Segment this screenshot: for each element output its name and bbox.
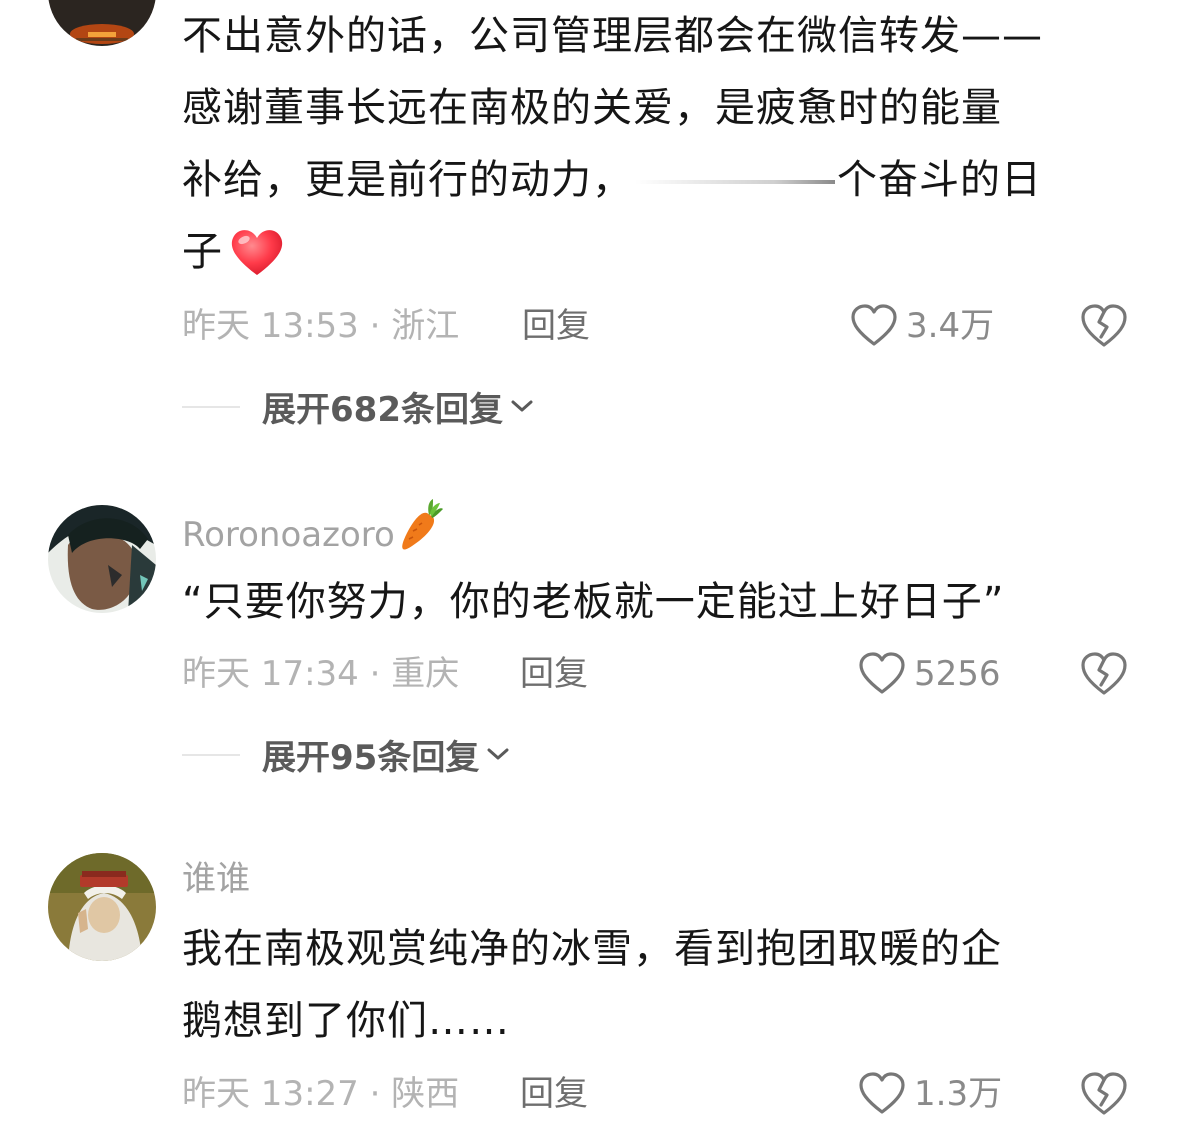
divider: [182, 406, 240, 408]
comment-text-line: 子: [182, 216, 1142, 288]
like-button[interactable]: 3.4万: [850, 301, 994, 351]
broken-heart-icon: [1081, 304, 1127, 347]
username[interactable]: Roronoazoro: [182, 499, 443, 560]
expand-replies-row: 展开682条回复: [0, 381, 1179, 431]
comment-text: 我在南极观赏纯净的冰雪，看到抱团取暖的企 鹅想到了你们……: [182, 913, 1142, 1057]
avatar[interactable]: [48, 0, 156, 46]
comment-meta: 昨天 13:53 · 浙江 回复 3.4万: [0, 301, 1179, 351]
username[interactable]: 谁谁: [182, 859, 250, 899]
comment-meta: 昨天 17:34 · 重庆 回复 5256: [0, 649, 1179, 699]
avatar[interactable]: [48, 505, 156, 613]
carrot-emoji-icon: [397, 499, 443, 560]
comment-text-line: 我在南极观赏纯净的冰雪，看到抱团取暖的企: [182, 926, 1002, 972]
chevron-down-icon: [511, 400, 533, 412]
dislike-button[interactable]: [1080, 1071, 1128, 1119]
like-button[interactable]: 5256: [858, 649, 1001, 699]
expand-replies-label: 展开682条回复: [262, 389, 503, 430]
avatar[interactable]: [48, 853, 156, 961]
divider: [182, 754, 240, 756]
comment-meta: 昨天 13:27 · 陕西 回复 1.3万: [0, 1069, 1179, 1119]
comment-text-fragment: 个奋斗的日: [837, 157, 1042, 203]
comment-text-line: “只要你努力，你的老板就一定能过上好日子”: [182, 579, 1005, 625]
like-button[interactable]: 1.3万: [858, 1069, 1002, 1119]
heart-outline-icon: [851, 304, 897, 346]
heart-outline-icon: [859, 1072, 905, 1114]
expand-replies-row: 展开95条回复: [0, 729, 1179, 779]
reply-button[interactable]: 回复: [520, 1069, 588, 1119]
broken-heart-icon: [1081, 1072, 1127, 1115]
dislike-button[interactable]: [1080, 303, 1128, 351]
time-location: 昨天 13:53 · 浙江: [182, 306, 460, 346]
comment-text-line: 不出意外的话，公司管理层都会在微信转发——: [182, 13, 1043, 59]
username-text: 谁谁: [182, 859, 250, 899]
dislike-button[interactable]: [1080, 651, 1128, 699]
reply-button[interactable]: 回复: [520, 649, 588, 699]
avatar-image: [48, 0, 156, 46]
comment-text-line: 鹅想到了你们……: [182, 998, 510, 1044]
comment-text-fragment: 补给，更是前行的动力，: [182, 157, 633, 203]
comment-text-fragment: 子: [182, 229, 223, 275]
like-count: 3.4万: [906, 306, 995, 346]
time-location: 昨天 13:27 · 陕西: [182, 1074, 460, 1114]
expand-replies-label: 展开95条回复: [262, 737, 480, 778]
reply-button[interactable]: 回复: [522, 301, 590, 351]
heart-emoji-icon: [231, 230, 283, 275]
like-count: 5256: [914, 654, 1001, 694]
username-text: Roronoazoro: [182, 515, 395, 555]
like-count: 1.3万: [914, 1074, 1003, 1114]
redacted-mention: [635, 180, 835, 184]
avatar-image: [48, 505, 156, 613]
expand-replies-button[interactable]: 展开682条回复: [262, 381, 535, 431]
broken-heart-icon: [1081, 652, 1127, 695]
chevron-down-icon: [487, 748, 509, 760]
time-location: 昨天 17:34 · 重庆: [182, 654, 460, 694]
comment-text: 不出意外的话，公司管理层都会在微信转发—— 感谢董事长远在南极的关爱，是疲惫时的…: [182, 0, 1142, 288]
avatar-image: [48, 853, 156, 961]
heart-outline-icon: [859, 652, 905, 694]
expand-replies-button[interactable]: 展开95条回复: [262, 729, 511, 779]
comment-text-line: 补给，更是前行的动力， 个奋斗的日: [182, 144, 1142, 216]
comment-text-line: 感谢董事长远在南极的关爱，是疲惫时的能量: [182, 85, 1002, 131]
comment-text: “只要你努力，你的老板就一定能过上好日子”: [182, 566, 1142, 638]
